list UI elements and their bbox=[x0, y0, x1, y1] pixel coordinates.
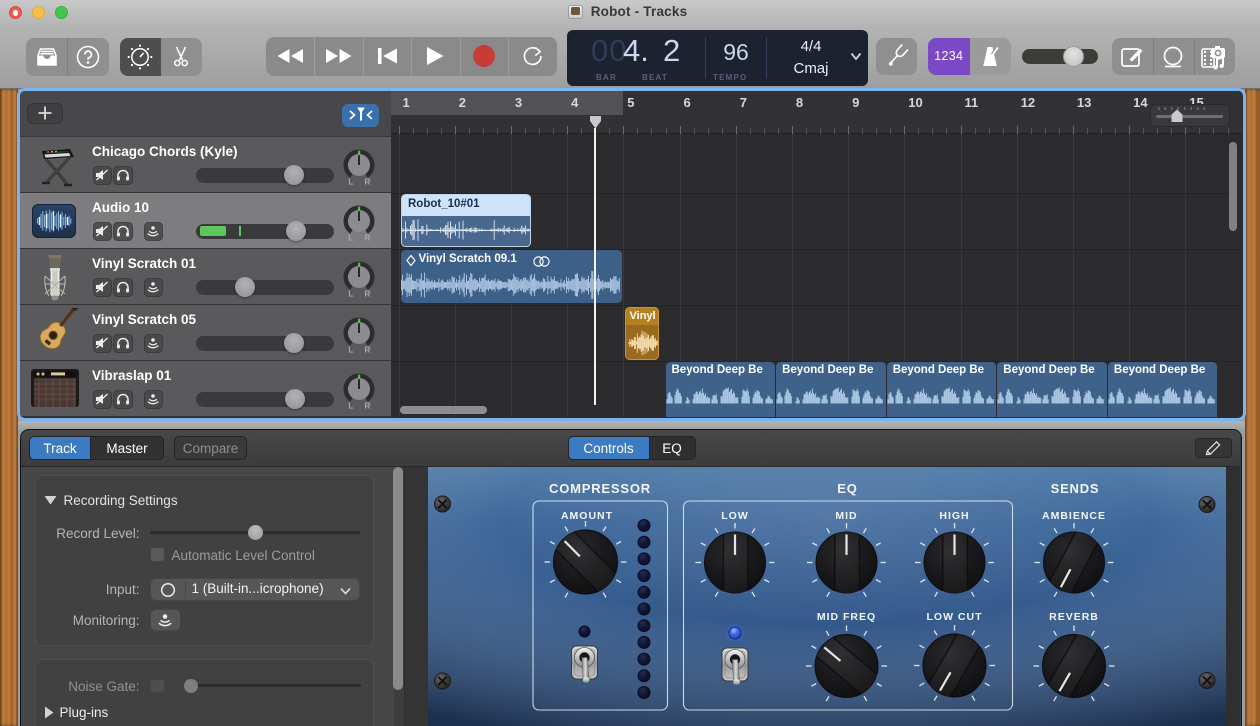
svg-text:AMOUNT: AMOUNT bbox=[561, 510, 613, 522]
svg-text:LOW: LOW bbox=[721, 510, 749, 522]
svg-text:AMBIENCE: AMBIENCE bbox=[1042, 510, 1106, 522]
svg-text:R: R bbox=[364, 289, 370, 299]
svg-text:R: R bbox=[364, 345, 370, 355]
svg-text:SENDS: SENDS bbox=[1051, 481, 1100, 496]
svg-text:LOW CUT: LOW CUT bbox=[927, 611, 983, 623]
svg-text:R: R bbox=[364, 177, 370, 187]
svg-text:L: L bbox=[348, 233, 353, 243]
svg-text:R: R bbox=[364, 233, 370, 243]
svg-text:REVERB: REVERB bbox=[1049, 611, 1099, 623]
svg-text:EQ: EQ bbox=[837, 481, 857, 496]
svg-text:R: R bbox=[364, 401, 370, 411]
svg-text:L: L bbox=[348, 289, 353, 299]
svg-text:HIGH: HIGH bbox=[939, 510, 969, 522]
svg-text:MID: MID bbox=[835, 510, 857, 522]
svg-text:L: L bbox=[348, 345, 353, 355]
svg-text:L: L bbox=[348, 177, 353, 187]
svg-text:MID FREQ: MID FREQ bbox=[817, 611, 876, 623]
svg-text:COMPRESSOR: COMPRESSOR bbox=[549, 481, 651, 496]
svg-text:L: L bbox=[348, 401, 353, 411]
